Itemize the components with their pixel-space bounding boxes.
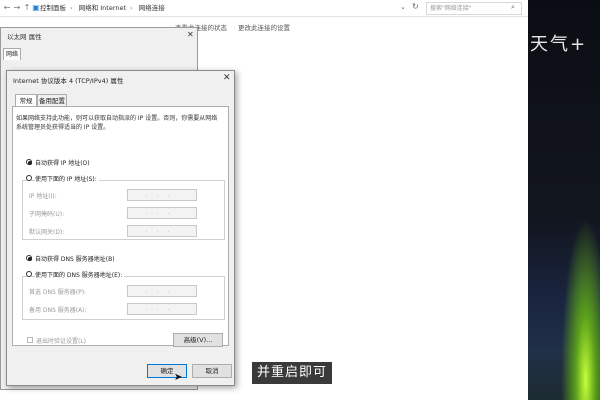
search-input[interactable]: 搜索"网络连接" bbox=[426, 2, 522, 15]
validate-on-exit-checkbox[interactable] bbox=[27, 337, 33, 343]
chevron-down-icon[interactable]: ⌄ bbox=[400, 3, 406, 11]
ip-manual-radio[interactable] bbox=[26, 175, 32, 181]
back-arrow-icon[interactable]: ← bbox=[2, 3, 12, 13]
ip-auto-radio[interactable] bbox=[26, 159, 32, 165]
cancel-button[interactable]: 取消 bbox=[192, 364, 232, 378]
mouse-cursor-icon: ➤ bbox=[174, 372, 183, 383]
breadcrumb-item[interactable]: 控制面板 bbox=[40, 4, 66, 12]
ip-auto-label[interactable]: 自动获得 IP 地址(O) bbox=[35, 158, 90, 167]
breadcrumb-item[interactable]: 网络和 Internet bbox=[79, 4, 126, 12]
desktop-wallpaper bbox=[528, 0, 600, 400]
refresh-icon[interactable]: ↻ bbox=[412, 2, 419, 11]
tab-alternate-config[interactable]: 备用配置 bbox=[37, 94, 67, 106]
breadcrumb[interactable]: 控制面板 › 网络和 Internet › 网络连接 bbox=[40, 3, 380, 14]
close-icon[interactable]: ✕ bbox=[223, 73, 231, 83]
ipv4-properties-dialog: Internet 协议版本 4 (TCP/IPv4) 属性 ✕ 常规 备用配置 … bbox=[6, 70, 235, 386]
dns-manual-label[interactable]: 使用下面的 DNS 服务器地址(E): bbox=[35, 270, 125, 279]
advanced-button[interactable]: 高级(V)... bbox=[173, 333, 223, 347]
wallpaper-text: 天气+ bbox=[530, 34, 588, 55]
preferred-dns-input[interactable]: ... bbox=[127, 285, 197, 297]
subnet-mask-label: 子网掩码(U): bbox=[29, 211, 65, 218]
dns-auto-label[interactable]: 自动获得 DNS 服务器地址(B) bbox=[35, 254, 115, 263]
ip-address-label: IP 地址(I): bbox=[29, 193, 57, 200]
subnet-mask-input[interactable]: ... bbox=[127, 207, 197, 219]
alternate-dns-input[interactable]: ... bbox=[127, 303, 197, 315]
ip-address-input[interactable]: ... bbox=[127, 189, 197, 201]
forward-arrow-icon[interactable]: → bbox=[12, 3, 22, 13]
tab-network[interactable]: 网络 bbox=[3, 48, 21, 60]
video-subtitle: 并重启即可 bbox=[252, 362, 332, 384]
close-icon[interactable]: ✕ bbox=[187, 30, 194, 39]
dialog-title: 以太网 属性 bbox=[7, 33, 42, 41]
change-settings-command[interactable]: 更改此连接的设置 bbox=[238, 17, 290, 39]
default-gateway-input[interactable]: ... bbox=[127, 225, 197, 237]
search-icon: ⌕ bbox=[511, 3, 515, 11]
ip-manual-label[interactable]: 使用下面的 IP 地址(S): bbox=[35, 174, 99, 183]
validate-on-exit-label[interactable]: 退出时验证设置(L) bbox=[36, 336, 86, 345]
preferred-dns-label: 首选 DNS 服务器(P): bbox=[29, 289, 87, 296]
description-text: 如果网络支持此功能，则可以获取自动指派的 IP 设置。否则，你需要从网络系统管理… bbox=[16, 115, 218, 131]
dns-manual-radio[interactable] bbox=[26, 271, 32, 277]
breadcrumb-item[interactable]: 网络连接 bbox=[139, 4, 165, 12]
dialog-title: Internet 协议版本 4 (TCP/IPv4) 属性 bbox=[13, 77, 124, 85]
default-gateway-label: 默认网关(D): bbox=[29, 229, 65, 236]
alternate-dns-label: 备用 DNS 服务器(A): bbox=[29, 307, 87, 314]
address-bar: ← → ↑ ▣ 控制面板 › 网络和 Internet › 网络连接 ⌄ ↻ 搜索"… bbox=[0, 0, 528, 17]
dns-auto-radio[interactable] bbox=[26, 255, 32, 261]
